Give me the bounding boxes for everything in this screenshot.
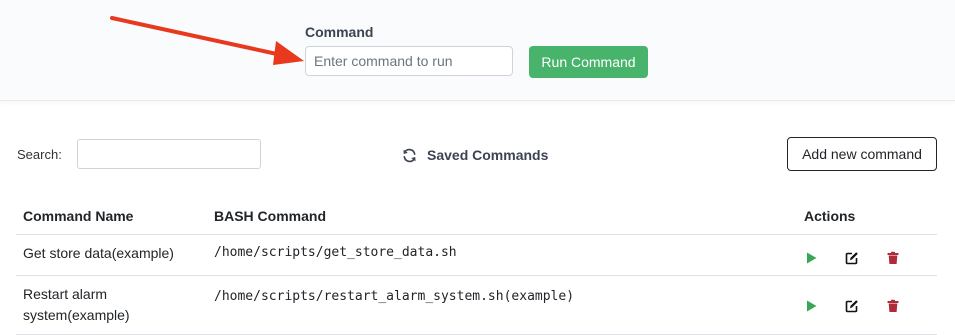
trash-icon[interactable] <box>886 249 927 267</box>
edit-icon[interactable] <box>845 249 886 267</box>
red-arrow-annotation <box>110 16 304 65</box>
run-command-button[interactable]: Run Command <box>529 46 648 78</box>
bash-command-cell: /home/scripts/get_store_data.sh <box>207 234 797 276</box>
table-header-row: Command Name BASH Command Actions <box>16 198 937 235</box>
refresh-icon[interactable] <box>402 148 417 163</box>
header-bash-command: BASH Command <box>207 198 797 235</box>
command-name-cell: Get store data(example) <box>16 234 207 276</box>
saved-commands-label: Saved Commands <box>427 147 549 163</box>
trash-icon[interactable] <box>886 297 927 315</box>
command-input[interactable] <box>305 46 513 76</box>
bash-command-cell: /home/scripts/restart_alarm_system.sh(ex… <box>207 275 797 335</box>
play-icon[interactable] <box>804 249 845 267</box>
command-label: Command <box>305 24 374 40</box>
command-name-cell: Restart alarm system(example) <box>16 275 207 335</box>
actions-cell <box>797 234 937 276</box>
search-label: Search: <box>17 147 62 162</box>
header-actions: Actions <box>797 198 937 235</box>
table-row: Get store data(example) /home/scripts/ge… <box>16 234 937 276</box>
edit-icon[interactable] <box>845 297 886 315</box>
saved-commands-title: Saved Commands <box>402 146 548 164</box>
play-icon[interactable] <box>804 297 845 315</box>
actions-cell <box>797 275 937 335</box>
search-input[interactable] <box>77 139 261 169</box>
saved-commands-table: Command Name BASH Command Actions Get st… <box>16 198 937 335</box>
table-row: Restart alarm system(example) /home/scri… <box>16 275 937 335</box>
header-command-name: Command Name <box>16 198 207 235</box>
add-new-command-button[interactable]: Add new command <box>787 137 937 171</box>
